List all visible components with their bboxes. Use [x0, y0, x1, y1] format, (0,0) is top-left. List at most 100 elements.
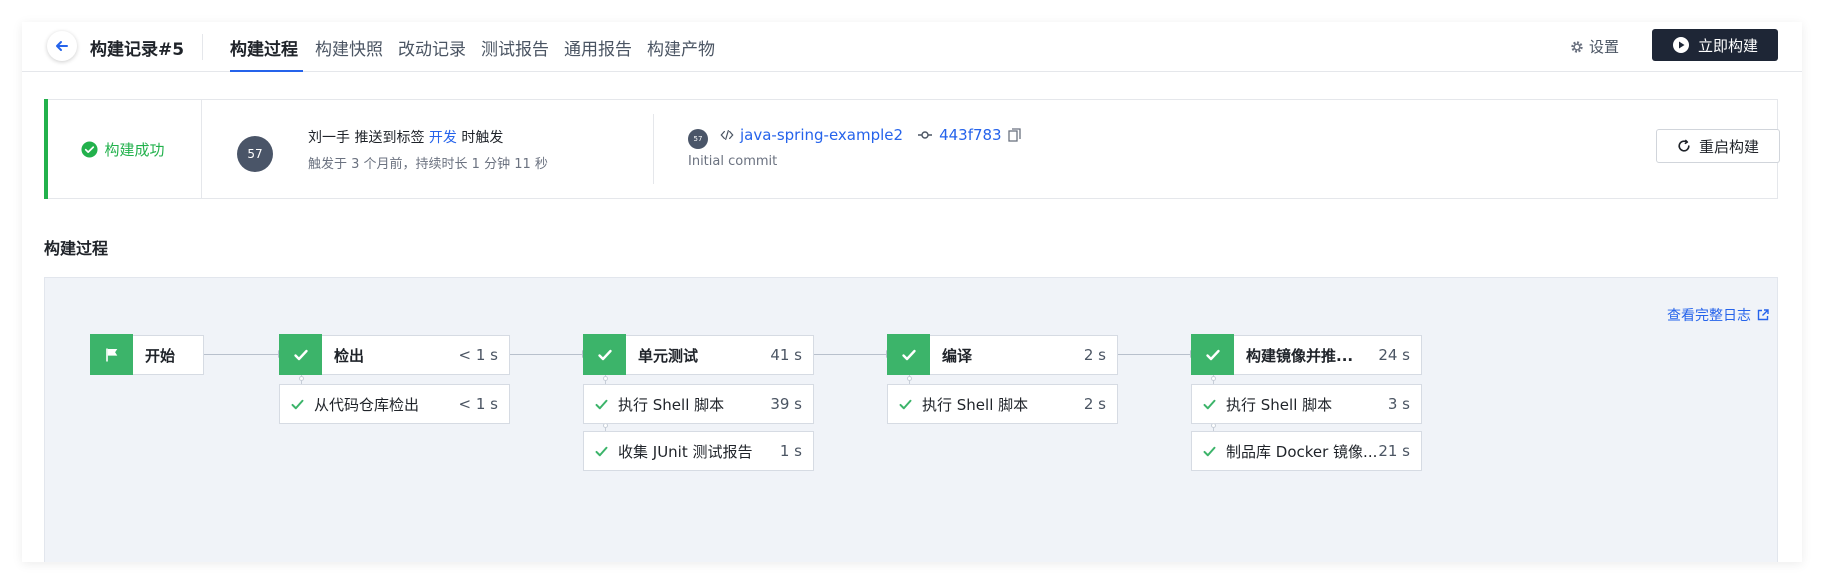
check-icon	[597, 349, 612, 360]
status-badge: 构建成功	[45, 100, 202, 198]
trigger-action: 推送到标签	[354, 130, 425, 146]
pipeline-step[interactable]: 执行 Shell 脚本 2 s	[887, 384, 1118, 424]
check-icon	[291, 399, 304, 409]
tab-build-artifacts[interactable]: 构建产物	[647, 35, 715, 60]
step-name: 执行 Shell 脚本	[618, 395, 725, 414]
step-duration: 1 s	[779, 442, 802, 460]
build-now-label: 立即构建	[1697, 36, 1758, 55]
record-title: 构建记录#5	[90, 40, 185, 60]
build-status-card: 构建成功 57 刘一手 推送到标签 开发 时触发 触发于 3 个月前，持续时长 …	[44, 99, 1780, 199]
divider	[202, 34, 203, 60]
tab-change-log[interactable]: 改动记录	[398, 35, 466, 60]
check-icon	[1203, 399, 1216, 409]
view-full-log-link[interactable]: 查看完整日志	[1667, 305, 1769, 325]
refresh-icon	[1678, 139, 1690, 152]
pipeline-stage-unit-test[interactable]: 单元测试 41 s	[583, 334, 814, 375]
check-icon	[595, 399, 608, 409]
stage-name: 构建镜像并推...	[1246, 346, 1354, 365]
trigger-description: 刘一手 推送到标签 开发 时触发	[308, 127, 503, 147]
section-title: 构建过程	[44, 239, 109, 258]
tab-test-report[interactable]: 测试报告	[481, 35, 549, 60]
settings-label: 设置	[1589, 38, 1620, 56]
tab-build-process[interactable]: 构建过程	[230, 35, 298, 60]
stage-name: 单元测试	[638, 346, 699, 365]
step-name: 从代码仓库检出	[314, 395, 420, 414]
connector-line	[1118, 354, 1191, 355]
stage-success-marker	[1191, 334, 1234, 375]
flag-icon	[105, 348, 117, 361]
back-button[interactable]	[47, 31, 77, 61]
step-connector-dot	[907, 376, 912, 381]
build-now-button[interactable]: 立即构建	[1652, 29, 1778, 61]
step-duration: 2 s	[1083, 395, 1106, 413]
active-tab-indicator	[230, 70, 303, 72]
pipeline-step[interactable]: 从代码仓库检出 < 1 s	[279, 384, 510, 424]
pipeline-step[interactable]: 制品库 Docker 镜像... 21 s	[1191, 431, 1422, 471]
pipeline-stage-compile[interactable]: 编译 2 s	[887, 334, 1118, 375]
pipeline-canvas: 查看完整日志 开始 检出 < 1 s 从代码仓库检出 < 1 s 单元测试 41…	[44, 277, 1778, 562]
pipeline-step[interactable]: 执行 Shell 脚本 3 s	[1191, 384, 1422, 424]
pipeline-step[interactable]: 执行 Shell 脚本 39 s	[583, 384, 814, 424]
step-name: 执行 Shell 脚本	[1226, 395, 1333, 414]
step-connector-dot	[299, 376, 304, 381]
repo-name-link[interactable]: java-spring-example2	[740, 126, 903, 144]
pipeline-start-node[interactable]: 开始	[90, 334, 204, 375]
stage-success-marker	[583, 334, 626, 375]
trigger-user: 刘一手	[308, 130, 350, 146]
step-name: 收集 JUnit 测试报告	[618, 442, 753, 461]
step-duration: 21 s	[1378, 442, 1410, 460]
restart-build-button[interactable]: 重启构建	[1656, 129, 1780, 163]
connector-line	[510, 354, 583, 355]
tab-build-snapshot[interactable]: 构建快照	[315, 35, 383, 60]
step-name: 制品库 Docker 镜像...	[1226, 442, 1378, 461]
commit-icon	[918, 131, 933, 139]
divider	[653, 114, 654, 184]
stage-name: 编译	[942, 346, 973, 365]
top-nav-bar: 构建记录#5 构建过程 构建快照 改动记录 测试报告 通用报告 构建产物 设置 …	[22, 22, 1802, 72]
stage-name: 检出	[334, 346, 365, 365]
check-icon	[293, 349, 308, 360]
pipeline-stage-build-image[interactable]: 构建镜像并推... 24 s	[1191, 334, 1422, 375]
code-icon	[720, 130, 734, 140]
trigger-detail: 触发于 3 个月前，持续时长 1 分钟 11 秒	[308, 157, 548, 172]
stage-success-marker	[887, 334, 930, 375]
settings-button[interactable]: 设置	[1570, 36, 1619, 57]
check-circle-icon	[81, 140, 99, 158]
pipeline-stage-checkout[interactable]: 检出 < 1 s	[279, 334, 510, 375]
arrow-left-icon	[56, 41, 68, 51]
commit-hash-link[interactable]: 443f783	[939, 126, 1002, 144]
stage-duration: 24 s	[1378, 346, 1410, 364]
start-node-marker	[90, 334, 133, 375]
repo-commit-line: java-spring-example2 443f783	[720, 126, 1021, 144]
gear-icon	[1571, 40, 1583, 53]
view-full-log-label: 查看完整日志	[1667, 308, 1751, 324]
tab-general-report[interactable]: 通用报告	[564, 35, 632, 60]
check-icon	[899, 399, 912, 409]
step-duration: < 1 s	[458, 395, 498, 413]
check-icon	[901, 349, 916, 360]
stage-success-marker	[279, 334, 322, 375]
repo-avatar: 57	[688, 129, 708, 149]
copy-icon[interactable]	[1007, 128, 1021, 142]
stage-duration: 2 s	[1083, 346, 1106, 364]
check-icon	[1205, 349, 1220, 360]
commit-message: Initial commit	[688, 154, 778, 169]
stage-duration: 41 s	[770, 346, 802, 364]
pipeline-step[interactable]: 收集 JUnit 测试报告 1 s	[583, 431, 814, 471]
step-duration: 3 s	[1387, 395, 1410, 413]
step-connector-dot	[1211, 376, 1216, 381]
step-connector-dot	[603, 376, 608, 381]
stage-duration: < 1 s	[458, 346, 498, 364]
step-duration: 39 s	[770, 395, 802, 413]
check-icon	[595, 446, 608, 456]
connector-line	[814, 354, 887, 355]
start-node-label: 开始	[145, 346, 176, 365]
play-circle-icon	[1672, 37, 1689, 53]
trigger-tag-link[interactable]: 开发	[429, 130, 457, 146]
trigger-user-avatar: 57	[237, 136, 273, 172]
build-record-window: 构建记录#5 构建过程 构建快照 改动记录 测试报告 通用报告 构建产物 设置 …	[22, 22, 1802, 562]
step-name: 执行 Shell 脚本	[922, 395, 1029, 414]
external-link-icon	[1757, 309, 1769, 321]
restart-build-label: 重启构建	[1698, 137, 1759, 156]
status-label: 构建成功	[104, 140, 165, 159]
